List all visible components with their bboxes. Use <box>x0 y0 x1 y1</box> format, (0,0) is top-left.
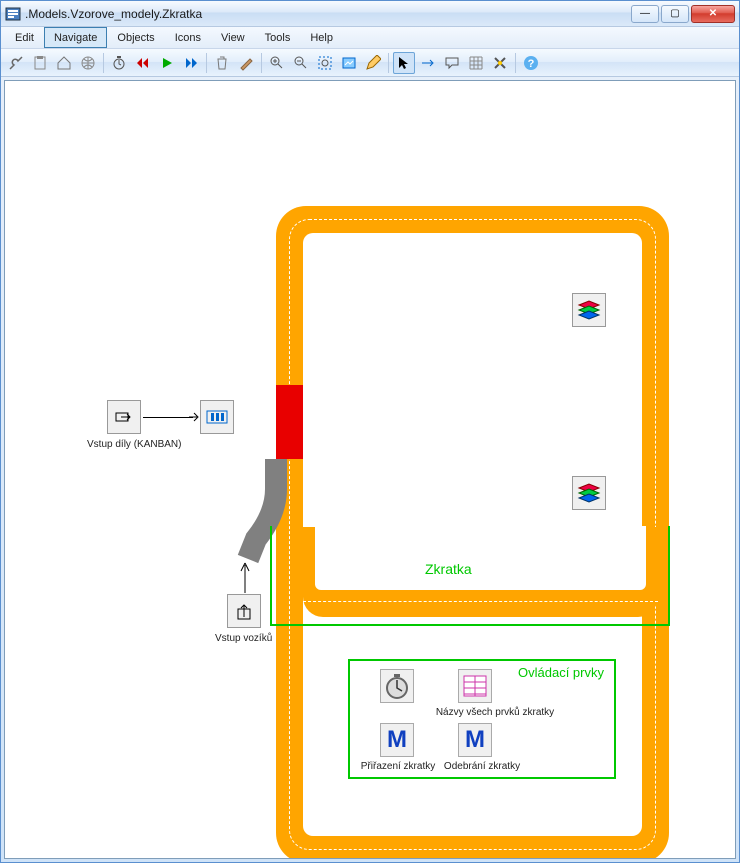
ov-stopwatch[interactable] <box>380 669 414 703</box>
tb-zoom-in[interactable] <box>266 52 288 74</box>
tools-icon <box>492 55 508 71</box>
app-icon <box>5 6 21 22</box>
home-icon <box>56 55 72 71</box>
tb-brush[interactable] <box>235 52 257 74</box>
maximize-button[interactable]: ▢ <box>661 5 689 23</box>
window-buttons: — ▢ ✕ <box>631 5 735 23</box>
zoom-fit-icon <box>317 55 333 71</box>
ovladaci-title: Ovládací prvky <box>518 665 604 680</box>
tb-zoom-out[interactable] <box>290 52 312 74</box>
connector-line[interactable] <box>143 417 193 418</box>
menu-view[interactable]: View <box>211 27 255 48</box>
fast-forward-icon <box>184 56 198 70</box>
track-red-segment[interactable] <box>276 385 303 459</box>
source-vstup-dily[interactable] <box>107 400 141 434</box>
ov-label-nazvy: Názvy všech prvků zkratky <box>430 707 560 718</box>
tb-btn-4[interactable] <box>77 52 99 74</box>
tb-sep-2 <box>206 53 207 73</box>
toolbar: ? <box>1 49 739 77</box>
menu-help[interactable]: Help <box>300 27 343 48</box>
tb-comment[interactable] <box>441 52 463 74</box>
tb-reset-time[interactable] <box>108 52 130 74</box>
ov-method-assign[interactable]: M <box>380 723 414 757</box>
close-button[interactable]: ✕ <box>691 5 735 23</box>
stopwatch-icon <box>111 55 127 71</box>
tb-help[interactable]: ? <box>520 52 542 74</box>
canvas[interactable]: Zkratka Vstup díly (KANBAN) Vstup vozíků <box>4 80 736 859</box>
tb-sep-5 <box>515 53 516 73</box>
station-1[interactable] <box>572 293 606 327</box>
layers-icon-2 <box>576 480 602 506</box>
pencil-icon <box>365 55 381 71</box>
minimize-button[interactable]: — <box>631 5 659 23</box>
source-vstup-voziku[interactable] <box>227 594 261 628</box>
zkratka-label: Zkratka <box>425 561 472 577</box>
menu-icons[interactable]: Icons <box>165 27 211 48</box>
tb-sep-1 <box>103 53 104 73</box>
tb-btn-3[interactable] <box>53 52 75 74</box>
globe-icon <box>80 55 96 71</box>
ov-method-remove[interactable]: M <box>458 723 492 757</box>
minimize-glyph: — <box>640 8 650 19</box>
rewind-icon <box>136 56 150 70</box>
help-icon: ? <box>523 55 539 71</box>
zoom-out-icon <box>293 55 309 71</box>
layers-icon <box>576 297 602 323</box>
svg-text:?: ? <box>528 58 535 70</box>
trash-icon <box>214 55 230 71</box>
tb-sep-3 <box>261 53 262 73</box>
station-2[interactable] <box>572 476 606 510</box>
comment-icon <box>444 55 460 71</box>
brush-icon <box>238 55 254 71</box>
stopwatch-lg-icon <box>383 672 411 700</box>
connector-icon <box>420 55 436 71</box>
tb-cursor[interactable] <box>393 52 415 74</box>
tb-pencil[interactable] <box>362 52 384 74</box>
clipboard-icon <box>32 55 48 71</box>
buffer-icon <box>205 405 229 429</box>
menu-edit[interactable]: Edit <box>5 27 44 48</box>
menu-objects[interactable]: Objects <box>107 27 164 48</box>
wrench-icon <box>8 55 24 71</box>
label-vstup-voziku: Vstup vozíků <box>215 633 272 644</box>
titlebar: .Models.Vzorove_modely.Zkratka — ▢ ✕ <box>1 1 739 27</box>
tb-picture[interactable] <box>338 52 360 74</box>
source-up-icon <box>232 599 256 623</box>
picture-icon <box>341 55 357 71</box>
close-glyph: ✕ <box>709 8 717 19</box>
tb-rewind[interactable] <box>132 52 154 74</box>
label-vstup-dily: Vstup díly (KANBAN) <box>87 439 181 450</box>
tb-tools[interactable] <box>489 52 511 74</box>
menu-navigate[interactable]: Navigate <box>44 27 107 48</box>
tb-zoom-fit[interactable] <box>314 52 336 74</box>
buffer-node[interactable] <box>200 400 234 434</box>
tb-btn-1[interactable] <box>5 52 27 74</box>
tb-play[interactable] <box>156 52 178 74</box>
zoom-in-icon <box>269 55 285 71</box>
ovladaci-panel: Ovládací prvky Názvy všech prvků zkratky… <box>348 659 616 779</box>
tb-btn-2[interactable] <box>29 52 51 74</box>
table-icon <box>461 672 489 700</box>
tb-sep-4 <box>388 53 389 73</box>
tb-grid[interactable] <box>465 52 487 74</box>
maximize-glyph: ▢ <box>670 8 679 19</box>
cursor-icon <box>396 55 412 71</box>
window: .Models.Vzorove_modely.Zkratka — ▢ ✕ Edi… <box>0 0 740 863</box>
ov-label-prirazeni: Přiřazení zkratky <box>358 761 438 772</box>
grid-icon <box>468 55 484 71</box>
method-m-icon-2: M <box>465 726 485 754</box>
window-title: .Models.Vzorove_modely.Zkratka <box>25 7 631 21</box>
connector-line-up[interactable] <box>238 561 252 595</box>
ov-label-odebrani: Odebrání zkratky <box>442 761 522 772</box>
method-m-icon-1: M <box>387 726 407 754</box>
source-icon <box>112 405 136 429</box>
tb-fast-forward[interactable] <box>180 52 202 74</box>
play-icon <box>160 56 174 70</box>
menu-tools[interactable]: Tools <box>255 27 301 48</box>
tb-delete[interactable] <box>211 52 233 74</box>
menubar: Edit Navigate Objects Icons View Tools H… <box>1 27 739 49</box>
tb-connector[interactable] <box>417 52 439 74</box>
canvas-inner: Zkratka Vstup díly (KANBAN) Vstup vozíků <box>5 81 735 858</box>
ov-table[interactable] <box>458 669 492 703</box>
